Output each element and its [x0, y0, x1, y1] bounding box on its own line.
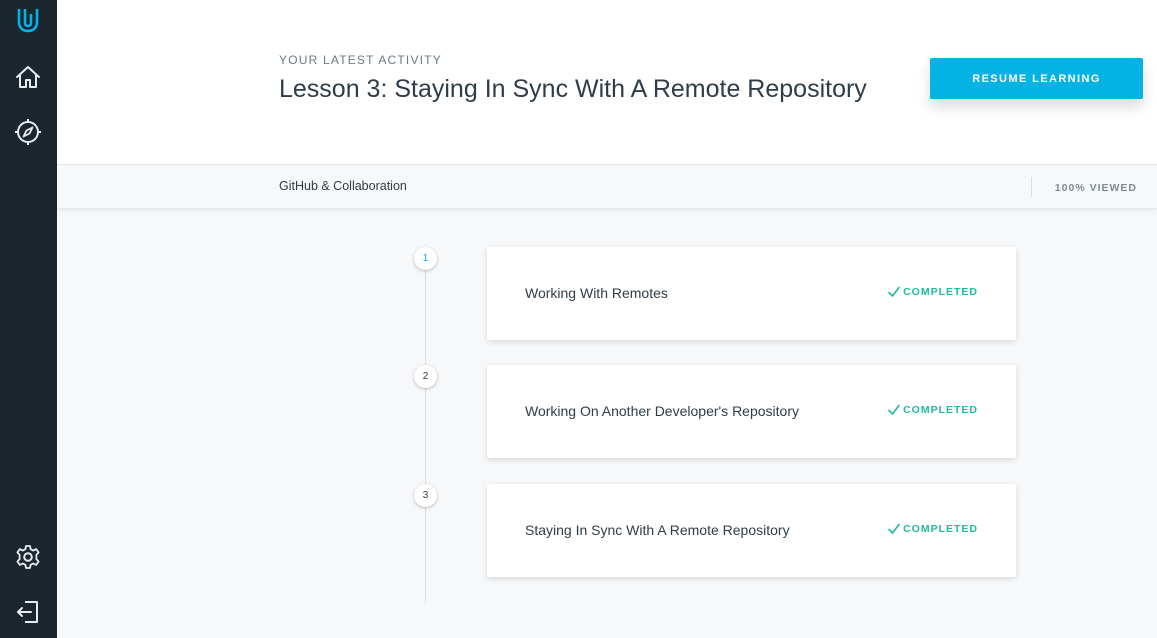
concept-title: Staying In Sync With A Remote Repository: [525, 522, 790, 538]
checkmark-icon: [888, 404, 900, 415]
concept-card[interactable]: Working On Another Developer's Repositor…: [487, 365, 1016, 458]
logout-icon[interactable]: [14, 598, 42, 626]
viewed-progress-label: 100% VIEWED: [1054, 182, 1137, 194]
resume-learning-button[interactable]: RESUME LEARNING: [930, 58, 1143, 99]
status-label: COMPLETED: [903, 404, 978, 416]
concept-title: Working On Another Developer's Repositor…: [525, 403, 799, 419]
step-number: 1: [414, 247, 437, 270]
home-icon[interactable]: [14, 63, 42, 91]
checkmark-icon: [888, 523, 900, 534]
concept-card[interactable]: Working With Remotes COMPLETED: [487, 247, 1016, 340]
settings-gear-icon[interactable]: [14, 543, 42, 571]
completed-status: COMPLETED: [887, 403, 978, 417]
step-number: 2: [414, 365, 437, 388]
completed-status: COMPLETED: [887, 285, 978, 299]
status-label: COMPLETED: [903, 523, 978, 535]
step-number: 3: [414, 484, 437, 507]
divider: [1031, 177, 1032, 197]
completed-status: COMPLETED: [887, 522, 978, 536]
udacity-logo-icon[interactable]: [14, 6, 42, 34]
concept-title: Working With Remotes: [525, 285, 668, 301]
latest-activity-header: YOUR LATEST ACTIVITY Lesson 3: Staying I…: [57, 0, 1157, 165]
timeline-line: [425, 258, 426, 603]
sidebar: [0, 0, 57, 638]
course-name[interactable]: GitHub & Collaboration: [279, 179, 407, 193]
checkmark-icon: [888, 286, 900, 297]
concept-card[interactable]: Staying In Sync With A Remote Repository…: [487, 484, 1016, 577]
compass-icon[interactable]: [14, 118, 42, 146]
lesson-title: Lesson 3: Staying In Sync With A Remote …: [279, 75, 867, 103]
status-label: COMPLETED: [903, 286, 978, 298]
course-subbar: GitHub & Collaboration 100% VIEWED: [57, 165, 1157, 209]
section-eyebrow: YOUR LATEST ACTIVITY: [279, 53, 442, 67]
